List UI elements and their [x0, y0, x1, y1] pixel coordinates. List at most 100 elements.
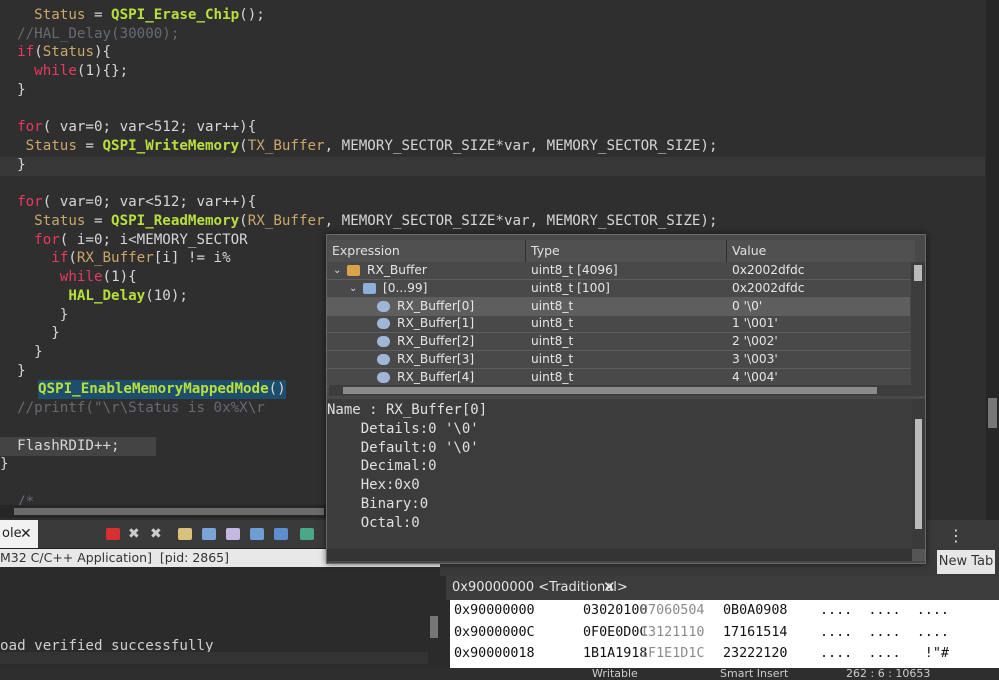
open-console-icon[interactable]: [300, 528, 314, 540]
expression-name: RX_Buffer[2]: [397, 334, 475, 349]
code-token: RX_Buffer: [247, 212, 325, 229]
close-icon[interactable]: ✕: [20, 520, 32, 548]
memory-w1: 0F0E0D0C: [583, 624, 648, 640]
close-icon[interactable]: ✕: [603, 578, 616, 596]
tree-vertical-scrollbar[interactable]: [911, 262, 925, 396]
console-horizontal-scrollbar[interactable]: [0, 652, 428, 664]
expression-row[interactable]: ⌄ RX_Buffer uint8_t [4096] 0x2002dfdc: [327, 262, 910, 280]
console-tab[interactable]: ole ✕: [0, 520, 38, 548]
code-line[interactable]: QSPI_EnableMemoryMappedMode(): [38, 380, 286, 400]
code-line[interactable]: }: [0, 324, 60, 343]
code-line[interactable]: }: [0, 81, 26, 100]
code-line[interactable]: Status = QSPI_Erase_Chip();: [0, 6, 265, 25]
code-line[interactable]: }: [0, 455, 9, 474]
code-line[interactable]: }: [0, 343, 43, 362]
struct-icon: [347, 265, 360, 276]
editor-vertical-scrollbar[interactable]: [986, 0, 999, 520]
detail-line: Name : RX_Buffer[0]: [327, 402, 488, 418]
code-line[interactable]: while(1){};: [0, 62, 128, 81]
display-console-icon[interactable]: [274, 528, 288, 540]
code-token: (10);: [145, 287, 188, 304]
new-tab-button[interactable]: New Tab: [937, 550, 995, 574]
code-line[interactable]: for( i=0; i<MEMORY_SECTOR: [0, 231, 248, 250]
memory-tab[interactable]: 0x90000000 <Traditional>: [452, 577, 628, 599]
clear-console-icon[interactable]: [178, 528, 192, 540]
expand-chevron-icon[interactable]: ⌄: [349, 280, 357, 297]
code-line[interactable]: while(1){: [0, 268, 137, 287]
detail-pane[interactable]: Name : RX_Buffer[0] Details:0 '\0' Defau…: [327, 399, 912, 549]
editor-horizontal-scrollbar[interactable]: [0, 505, 330, 518]
expression-name: RX_Buffer[3]: [397, 352, 475, 366]
memory-row[interactable]: 0x9000000C 0F0E0D0C 13121110 17161514 .... .…: [454, 622, 994, 643]
expression-row[interactable]: RX_Buffer[0] uint8_t 0 '\0': [327, 297, 910, 316]
tree-horizontal-scrollbar[interactable]: [329, 385, 911, 396]
terminate-icon[interactable]: [106, 528, 120, 540]
console-vertical-scrollbar[interactable]: [428, 568, 440, 668]
code-token: [i] != i%: [153, 250, 231, 267]
editor-vertical-scroll-thumb[interactable]: [988, 398, 997, 428]
code-line[interactable]: if(Status){: [0, 43, 111, 62]
code-token: 1: [85, 63, 94, 80]
expression-type: uint8_t: [531, 369, 574, 384]
column-header-value[interactable]: Value: [727, 240, 915, 262]
pin-console-icon[interactable]: [250, 528, 264, 540]
code-line[interactable]: HAL_Delay(10);: [0, 287, 188, 306]
column-header-type[interactable]: Type: [526, 240, 726, 262]
code-line[interactable]: }: [0, 362, 26, 381]
remove-all-icon[interactable]: ✖: [150, 527, 164, 541]
detail-horizontal-scrollbar[interactable]: [327, 549, 912, 561]
code-line[interactable]: //HAL_Delay(30000);: [0, 25, 179, 44]
expression-row[interactable]: RX_Buffer[3] uint8_t 3 '\003': [327, 351, 910, 369]
memory-w2: 13121110: [640, 624, 705, 640]
expression-row[interactable]: ⌄ [0...99] uint8_t [100] 0x2002dfdc: [327, 280, 910, 298]
editor-horizontal-scroll-thumb[interactable]: [14, 508, 324, 515]
detail-vertical-scroll-thumb[interactable]: [915, 419, 922, 529]
code-token: (): [268, 381, 286, 398]
column-header-expression[interactable]: Expression: [328, 240, 528, 262]
code-token: for: [34, 231, 60, 248]
tree-horizontal-scroll-thumb[interactable]: [343, 387, 877, 394]
detail-line: Octal:0: [327, 514, 420, 531]
resize-grip[interactable]: [912, 549, 925, 561]
expression-row[interactable]: RX_Buffer[2] uint8_t 2 '\002': [327, 333, 910, 352]
code-line[interactable]: }: [0, 156, 26, 175]
code-token: =: [85, 7, 112, 23]
code-token: ){: [119, 269, 137, 286]
expression-hover-popup[interactable]: Expression Type Value ⌄ RX_Buffer uint8_t …: [326, 234, 926, 564]
code-token: //printf("\r\Status is 0x%X\r: [17, 400, 265, 417]
console-vertical-scroll-thumb[interactable]: [430, 616, 438, 638]
view-menu-icon[interactable]: ⋮: [948, 526, 964, 545]
memory-row[interactable]: 0x90000000 03020100 07060504 0B0A0908 .... .…: [454, 600, 994, 621]
code-line[interactable]: FlashRDID++;: [0, 436, 156, 456]
code-line[interactable]: if(RX_Buffer[i] != i%: [0, 249, 231, 268]
code-token: QSPI_WriteMemory: [102, 138, 240, 155]
code-line[interactable]: //printf("\r\Status is 0x%X\r: [0, 399, 265, 418]
code-line[interactable]: }: [0, 306, 69, 325]
memory-w1: 1B1A1918: [583, 646, 648, 661]
scroll-lock-icon[interactable]: [202, 528, 216, 540]
word-wrap-icon[interactable]: [226, 528, 240, 540]
code-line[interactable]: Status = QSPI_WriteMemory(TX_Buffer, MEM…: [0, 137, 718, 156]
memory-w2: 07060504: [640, 603, 705, 618]
detail-vertical-scrollbar[interactable]: [912, 399, 925, 549]
expand-chevron-icon[interactable]: ⌄: [333, 262, 341, 279]
code-token: (: [102, 269, 112, 286]
code-token: }: [17, 156, 26, 173]
code-line[interactable]: Status = QSPI_ReadMemory(RX_Buffer, MEMO…: [0, 212, 717, 231]
code-token: QSPI_ReadMemory: [111, 212, 240, 229]
expression-row[interactable]: RX_Buffer[1] uint8_t 1 '\001': [327, 315, 910, 334]
expression-name: RX_Buffer[1]: [397, 316, 475, 331]
memory-row[interactable]: 0x90000018 1B1A1918 1F1E1D1C 23222120 .... .…: [454, 643, 994, 664]
tree-vertical-scroll-thumb[interactable]: [914, 265, 922, 281]
expression-type: uint8_t [4096]: [531, 263, 618, 277]
code-line[interactable]: for( var=0; var<512; var++){: [0, 118, 256, 137]
code-token: if: [17, 44, 35, 61]
current-line-highlight: [0, 157, 985, 176]
code-line[interactable]: for( var=0; var<512; var++){: [0, 193, 256, 212]
remove-launch-icon[interactable]: ✖: [128, 527, 142, 541]
